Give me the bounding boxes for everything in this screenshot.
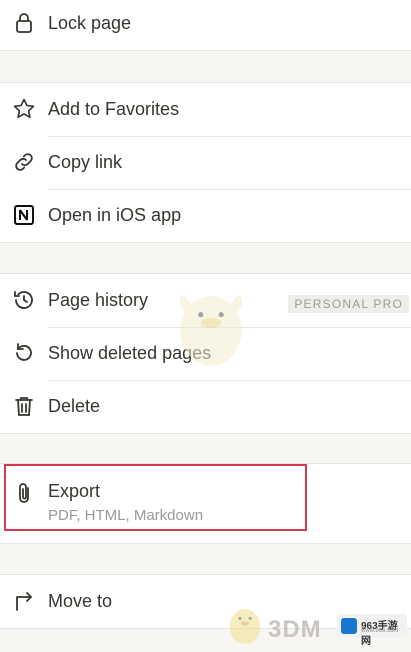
export-formats-subtitle: PDF, HTML, Markdown	[48, 507, 204, 524]
lock-section: Lock page	[0, 0, 411, 50]
copy-link-item[interactable]: Copy link	[0, 136, 411, 189]
add-to-favorites-label: Add to Favorites	[48, 99, 180, 119]
notion-logo-icon	[14, 205, 34, 225]
divider	[0, 433, 411, 434]
divider	[0, 242, 411, 243]
lock-icon	[16, 13, 32, 33]
site-logo-icon	[341, 618, 357, 634]
open-in-ios-app-item[interactable]: Open in iOS app	[0, 189, 411, 242]
delete-label: Delete	[48, 396, 101, 416]
site-watermark-logo: 963手游网 www.963.com	[337, 614, 407, 647]
export-label: Export	[48, 481, 101, 501]
move-to-label: Move to	[48, 591, 113, 611]
history-clock-icon	[14, 291, 33, 309]
divider	[0, 543, 411, 544]
lock-page-label: Lock page	[48, 13, 132, 33]
move-arrow-icon	[16, 592, 32, 611]
lock-page-item[interactable]: Lock page	[0, 0, 411, 50]
share-section: Add to Favorites Copy link Open in iOS a…	[0, 83, 411, 242]
divider	[0, 50, 411, 51]
link-icon	[15, 153, 33, 171]
site-watermark-url: www.963.com	[361, 628, 399, 634]
restore-arrow-icon	[16, 343, 32, 361]
star-icon	[13, 98, 35, 119]
page-history-label: Page history	[48, 290, 149, 310]
mascot-watermark	[229, 609, 261, 644]
mascot-watermark	[179, 294, 243, 366]
personal-pro-badge: PERSONAL PRO	[288, 295, 409, 313]
add-to-favorites-item[interactable]: Add to Favorites	[0, 83, 411, 136]
trash-icon	[15, 397, 33, 416]
delete-item[interactable]: Delete	[0, 380, 411, 433]
copy-link-label: Copy link	[48, 152, 123, 172]
open-in-ios-app-label: Open in iOS app	[48, 205, 182, 225]
brand-watermark-text: 3DM	[268, 616, 322, 643]
